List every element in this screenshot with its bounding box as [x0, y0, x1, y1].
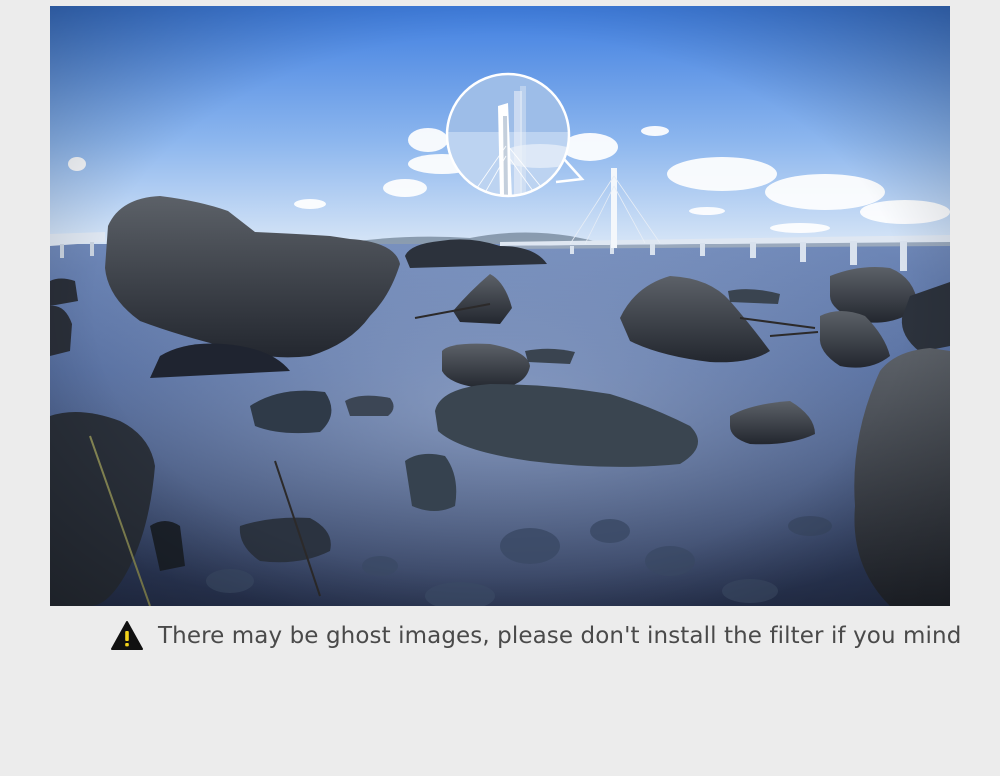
product-photo-seascape-bridge — [50, 6, 950, 606]
ghost-image-warning: There may be ghost images, please don't … — [110, 618, 961, 654]
warning-text: There may be ghost images, please don't … — [158, 623, 962, 649]
warning-triangle-icon — [111, 621, 143, 650]
